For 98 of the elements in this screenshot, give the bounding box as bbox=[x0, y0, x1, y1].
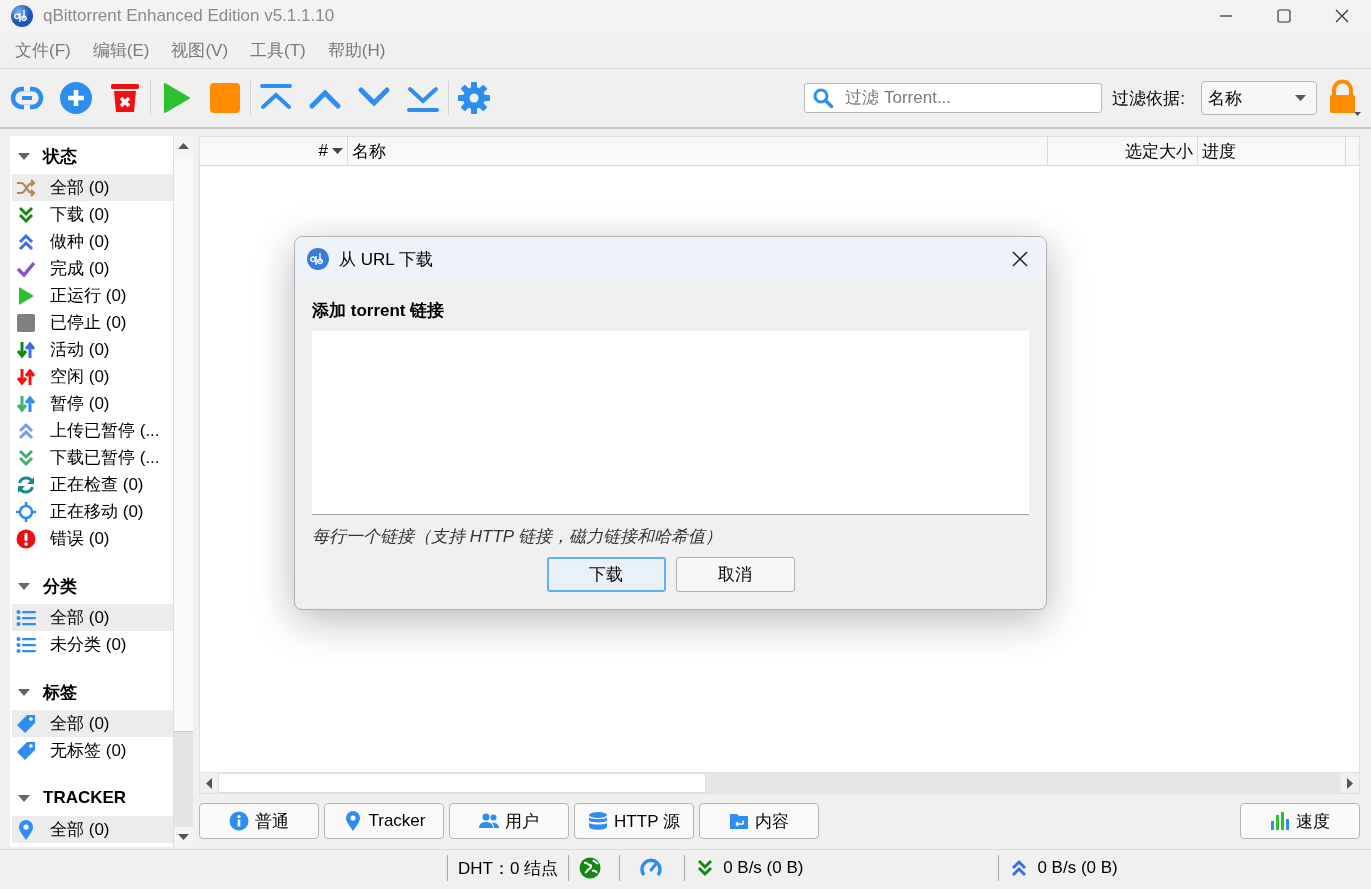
filter-item[interactable]: 上传已暂停 (... bbox=[12, 417, 174, 444]
error-icon bbox=[16, 528, 36, 549]
double-chevron-down-icon bbox=[16, 447, 36, 468]
sort-arrow-icon bbox=[332, 148, 343, 154]
filter-item[interactable]: 错误 (0) bbox=[12, 525, 174, 552]
app-logo-icon bbox=[307, 248, 329, 270]
bar-chart-icon bbox=[1270, 811, 1290, 831]
filter-item[interactable]: 全部 (0) bbox=[12, 710, 174, 737]
stop-icon bbox=[16, 312, 36, 333]
filter-dropdown[interactable]: 名称 bbox=[1201, 81, 1317, 115]
arrows-up-down-icon bbox=[16, 339, 36, 360]
detail-tab[interactable]: HTTP 源 bbox=[574, 803, 694, 839]
menu-item[interactable]: 工具(T) bbox=[241, 34, 315, 66]
dialog-title: 从 URL 下载 bbox=[339, 248, 434, 271]
filter-item[interactable]: 正在移动 (0) bbox=[12, 498, 174, 525]
scroll-down-icon bbox=[178, 834, 190, 840]
filter-item[interactable]: 全部 (0) bbox=[12, 174, 174, 201]
upload-speed: 0 B/s (0 B) bbox=[1037, 858, 1118, 878]
menu-item[interactable]: 视图(V) bbox=[162, 34, 238, 66]
speed-button[interactable]: 速度 bbox=[1240, 803, 1360, 839]
play-icon bbox=[16, 285, 36, 306]
dht-status: DHT：0 结点 bbox=[458, 857, 559, 880]
arrows-up-down-icon bbox=[16, 393, 36, 414]
dialog-button[interactable]: 下载 bbox=[546, 557, 666, 592]
filter-item[interactable]: 做种 (0) bbox=[12, 228, 174, 255]
add-icon bbox=[59, 81, 93, 115]
filter-item[interactable]: 下载 (0) bbox=[12, 201, 174, 228]
filter-item[interactable]: 正在检查 (0) bbox=[12, 471, 174, 498]
close-icon bbox=[1012, 251, 1028, 267]
list-icon bbox=[16, 634, 36, 655]
info-icon bbox=[229, 811, 249, 831]
menu-item[interactable]: 文件(F) bbox=[6, 34, 80, 66]
crosshair-icon bbox=[16, 501, 36, 522]
users-icon bbox=[479, 811, 499, 831]
section-title: TRACKER bbox=[43, 788, 127, 808]
filter-item[interactable]: 全部 (0) bbox=[12, 816, 174, 843]
scrollbar[interactable] bbox=[173, 136, 193, 847]
hint-text: 每行一个链接（支持 HTTP 链接，磁力链接和哈希值） bbox=[312, 526, 724, 548]
gauge-icon bbox=[640, 857, 663, 879]
column-header[interactable]: 名称 bbox=[348, 137, 1048, 165]
toolbar-button[interactable] bbox=[208, 81, 242, 115]
folder-icon bbox=[729, 811, 749, 831]
menu-item[interactable]: 编辑(E) bbox=[83, 34, 159, 66]
search-icon bbox=[813, 88, 834, 108]
search-field[interactable]: 过滤 Torrent... bbox=[804, 83, 1103, 113]
window-title: qBittorrent Enhanced Edition v5.1.1.10 bbox=[43, 6, 336, 26]
trash-icon bbox=[108, 81, 142, 115]
toolbar-button[interactable] bbox=[457, 81, 491, 115]
settings-icon bbox=[457, 81, 491, 115]
filter-item[interactable]: 空闲 (0) bbox=[12, 363, 174, 390]
refresh-icon bbox=[16, 474, 36, 495]
field-label: 添加 torrent 链接 bbox=[312, 299, 446, 322]
maximize-icon bbox=[1277, 9, 1291, 23]
scroll-left-icon bbox=[206, 777, 212, 789]
scroll-up-icon bbox=[178, 143, 190, 149]
column-header[interactable]: # bbox=[200, 137, 348, 165]
section-title: 标签 bbox=[43, 681, 77, 704]
filter-label: 过滤依据: bbox=[1112, 87, 1185, 110]
arrows-up-down-icon bbox=[16, 366, 36, 387]
tag-icon bbox=[16, 740, 36, 761]
filter-item[interactable]: 下载已暂停 (... bbox=[12, 444, 174, 471]
lock-icon bbox=[1327, 79, 1361, 117]
column-header[interactable]: 选定大小 bbox=[1048, 137, 1198, 165]
url-input-field[interactable] bbox=[312, 331, 1029, 515]
detail-tab[interactable]: Tracker bbox=[324, 803, 444, 839]
filter-item[interactable]: 正运行 (0) bbox=[12, 282, 174, 309]
menu-item[interactable]: 帮助(H) bbox=[318, 34, 395, 66]
filter-item[interactable]: 未分类 (0) bbox=[12, 631, 174, 658]
shuffle-icon bbox=[16, 177, 36, 198]
tag-icon bbox=[16, 713, 36, 734]
scroll-right-icon bbox=[1347, 777, 1353, 789]
section-title: 分类 bbox=[43, 575, 77, 598]
download-speed: 0 B/s (0 B) bbox=[723, 858, 804, 878]
toolbar-button[interactable] bbox=[59, 81, 93, 115]
globe-icon bbox=[579, 857, 602, 879]
double-chevron-up-icon bbox=[16, 420, 36, 441]
horizontal-scrollbar[interactable] bbox=[200, 772, 1359, 793]
stop-icon bbox=[208, 81, 242, 115]
filter-item[interactable]: 已停止 (0) bbox=[12, 309, 174, 336]
section-title: 状态 bbox=[43, 145, 77, 168]
filter-item[interactable]: 暂停 (0) bbox=[12, 390, 174, 417]
detail-tab[interactable]: 普通 bbox=[199, 803, 319, 839]
detail-tab[interactable]: 用户 bbox=[449, 803, 569, 839]
dialog-button[interactable]: 取消 bbox=[675, 557, 795, 592]
list-icon bbox=[16, 607, 36, 628]
pin-icon bbox=[16, 819, 36, 840]
close-icon bbox=[1335, 9, 1349, 23]
database-icon bbox=[588, 811, 609, 831]
double-chevron-down-icon bbox=[16, 204, 36, 225]
toolbar-button[interactable] bbox=[108, 81, 142, 115]
app-logo-icon bbox=[11, 5, 33, 27]
double-chevron-up-icon bbox=[16, 231, 36, 252]
filter-item[interactable]: 完成 (0) bbox=[12, 255, 174, 282]
filter-item[interactable]: 无标签 (0) bbox=[12, 737, 174, 764]
detail-tab[interactable]: 内容 bbox=[699, 803, 819, 839]
caret-icon bbox=[1295, 95, 1306, 101]
filter-item[interactable]: 活动 (0) bbox=[12, 336, 174, 363]
filter-item[interactable]: 全部 (0) bbox=[12, 604, 174, 631]
